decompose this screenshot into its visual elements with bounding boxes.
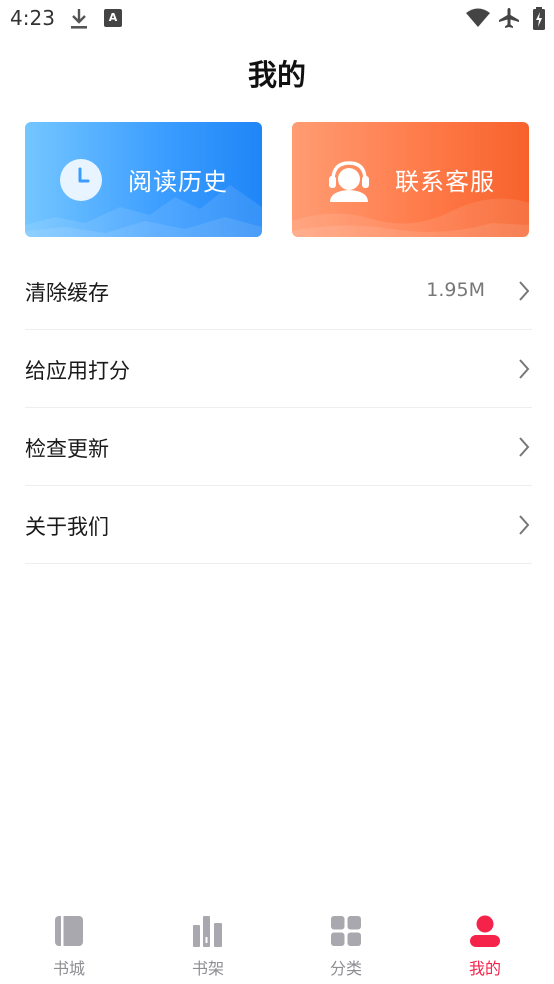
profile-icon — [470, 915, 500, 947]
clock-icon — [60, 159, 102, 201]
wifi-icon — [466, 8, 490, 27]
nav-bookshelf-label: 书架 — [191, 959, 224, 978]
check-update-row[interactable]: 检查更新 — [25, 408, 532, 486]
reading-history-card[interactable]: 阅读历史 — [25, 122, 262, 237]
nav-bookstore-label: 书城 — [52, 959, 85, 978]
chevron-right-icon — [519, 359, 530, 379]
clear-cache-label: 清除缓存 — [25, 281, 109, 305]
nav-mine[interactable]: 我的 — [445, 905, 525, 984]
nav-category-label: 分类 — [329, 959, 362, 978]
cache-size-value: 1.95M — [426, 279, 485, 301]
airplane-icon — [499, 8, 519, 28]
customer-service-label: 联系客服 — [395, 168, 495, 196]
text-a-icon: A — [104, 9, 122, 27]
about-us-row[interactable]: 关于我们 — [25, 486, 532, 564]
nav-bookshelf[interactable]: 书架 — [168, 905, 248, 984]
settings-list: 清除缓存 1.95M 给应用打分 检查更新 关于我们 — [25, 252, 532, 564]
status-time: 4:23 — [10, 6, 55, 30]
chevron-right-icon — [519, 437, 530, 457]
bookshelf-icon — [193, 916, 222, 947]
nav-bookstore[interactable]: 书城 — [29, 905, 109, 984]
nav-mine-label: 我的 — [468, 959, 501, 978]
rate-app-row[interactable]: 给应用打分 — [25, 330, 532, 408]
page-title: 我的 — [247, 58, 306, 92]
about-us-label: 关于我们 — [25, 515, 109, 539]
rate-app-label: 给应用打分 — [25, 359, 130, 383]
nav-category[interactable]: 分类 — [306, 905, 386, 984]
bottom-nav: 书城 书架 分类 我的 — [0, 905, 554, 984]
customer-service-card[interactable]: 联系客服 — [292, 122, 529, 237]
headset-agent-icon — [329, 161, 369, 202]
check-update-label: 检查更新 — [25, 437, 109, 461]
book-icon — [55, 916, 83, 946]
battery-charging-icon — [533, 7, 545, 30]
grid-icon — [331, 916, 361, 946]
reading-history-label: 阅读历史 — [128, 168, 228, 196]
chevron-right-icon — [519, 515, 530, 535]
status-bar: 4:23 A — [0, 0, 554, 38]
profile-screen: 4:23 A 我的 阅读历史 联系客服 清除缓存 1.95M 给应用打分 检查更… — [0, 0, 554, 984]
clear-cache-row[interactable]: 清除缓存 1.95M — [25, 252, 532, 330]
chevron-right-icon — [519, 281, 530, 301]
download-icon — [71, 9, 87, 29]
